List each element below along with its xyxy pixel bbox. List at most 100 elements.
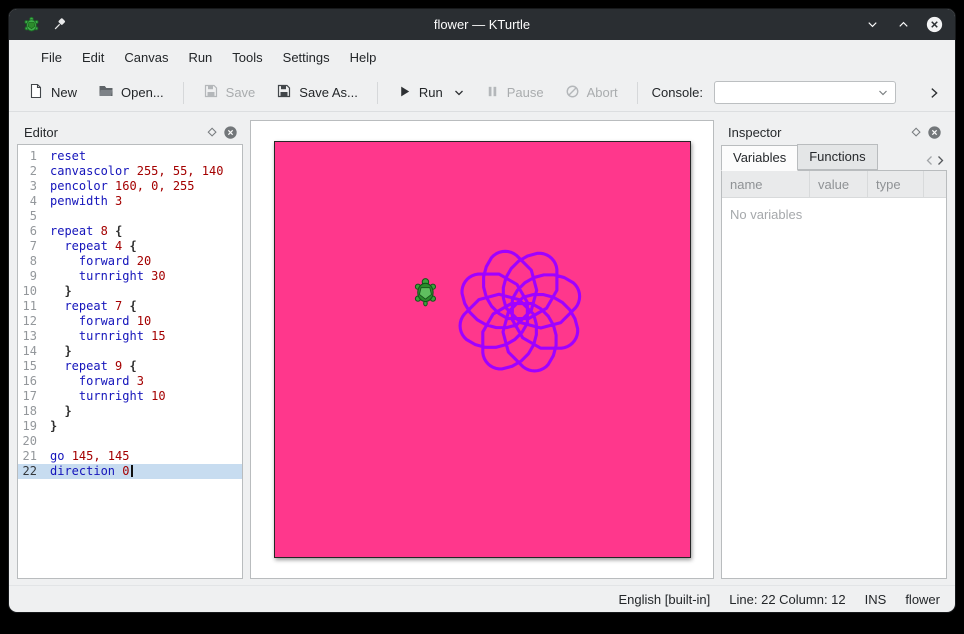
tab-variables[interactable]: Variables [721,145,798,171]
menu-file[interactable]: File [31,44,72,71]
open-button-label: Open... [121,85,164,100]
menu-run[interactable]: Run [178,44,222,71]
main-toolbar: New Open... Save [9,74,955,112]
editor-line[interactable]: 9 turnright 30 [18,269,242,284]
toolbar-separator [183,82,184,104]
close-panel-icon[interactable] [221,123,240,142]
column-header-value[interactable]: value [810,171,868,197]
toolbar-separator [637,82,638,104]
status-cursor-position: Line: 22 Column: 12 [729,592,845,607]
close-icon[interactable] [925,16,943,34]
editor-line[interactable]: 4penwidth 3 [18,194,242,209]
abort-icon [565,84,580,102]
canvas-view[interactable] [250,120,714,579]
menubar: File Edit Canvas Run Tools Settings Help [9,40,955,74]
editor-line[interactable]: 11 repeat 7 { [18,299,242,314]
pause-button[interactable]: Pause [476,79,553,107]
line-number: 12 [18,314,44,329]
editor-line[interactable]: 22direction 0 [18,464,242,479]
editor-line[interactable]: 10 } [18,284,242,299]
toolbar-overflow-icon[interactable] [923,82,945,104]
line-number: 4 [18,194,44,209]
window-title: flower — KTurtle [9,17,955,32]
inspector-panel-title: Inspector [728,125,781,140]
open-button[interactable]: Open... [89,78,173,107]
line-number: 15 [18,359,44,374]
editor-line[interactable]: 19} [18,419,242,434]
flower-drawing [460,251,580,371]
save-as-icon [276,83,292,102]
editor-line[interactable]: 6repeat 8 { [18,224,242,239]
code-editor[interactable]: 1reset2canvascolor 255, 55, 1403pencolor… [17,144,243,579]
abort-button[interactable]: Abort [556,79,627,107]
line-number: 18 [18,404,44,419]
editor-line[interactable]: 13 turnright 15 [18,329,242,344]
main-area: Editor 1reset2canvascolor 255, 55, 1403p… [9,112,955,585]
save-button[interactable]: Save [194,78,265,107]
status-script-name: flower [905,592,940,607]
inspector-panel-header: Inspector [721,120,947,144]
toolbar-separator [377,82,378,104]
save-as-button[interactable]: Save As... [267,78,367,107]
new-button[interactable]: New [19,78,86,107]
line-number: 13 [18,329,44,344]
menu-edit[interactable]: Edit [72,44,114,71]
editor-panel-header: Editor [17,120,243,144]
menu-canvas[interactable]: Canvas [114,44,178,71]
editor-line[interactable]: 1reset [18,149,242,164]
new-button-label: New [51,85,77,100]
abort-button-label: Abort [587,85,618,100]
tab-scroll-right-icon[interactable] [936,155,945,166]
line-number: 2 [18,164,44,179]
menu-tools[interactable]: Tools [222,44,272,71]
run-dropdown-chevron-icon[interactable] [454,89,464,97]
status-insert-mode: INS [865,592,887,607]
editor-line[interactable]: 16 forward 3 [18,374,242,389]
editor-line[interactable]: 3pencolor 160, 0, 255 [18,179,242,194]
menu-settings[interactable]: Settings [273,44,340,71]
line-number: 11 [18,299,44,314]
pause-button-label: Pause [507,85,544,100]
editor-line[interactable]: 15 repeat 9 { [18,359,242,374]
editor-line[interactable]: 5 [18,209,242,224]
column-header-type[interactable]: type [868,171,924,197]
editor-line[interactable]: 2canvascolor 255, 55, 140 [18,164,242,179]
float-panel-icon[interactable] [202,123,221,142]
combo-chevron-down-icon[interactable] [878,89,888,97]
line-number: 20 [18,434,44,449]
menu-help[interactable]: Help [340,44,387,71]
titlebar[interactable]: flower — KTurtle [9,9,955,40]
editor-line[interactable]: 12 forward 10 [18,314,242,329]
editor-line[interactable]: 20 [18,434,242,449]
console-input[interactable] [714,81,896,104]
line-number: 19 [18,419,44,434]
editor-line[interactable]: 18 } [18,404,242,419]
run-button[interactable]: Run [388,79,473,107]
tab-scroll-left-icon[interactable] [925,155,934,166]
editor-line[interactable]: 14 } [18,344,242,359]
maximize-icon[interactable] [894,16,912,34]
float-panel-icon[interactable] [906,123,925,142]
pause-icon [485,84,500,102]
editor-line[interactable]: 17 turnright 10 [18,389,242,404]
turtle-canvas[interactable] [274,141,691,558]
editor-line[interactable]: 7 repeat 4 { [18,239,242,254]
run-play-icon [397,84,412,102]
editor-line[interactable]: 8 forward 20 [18,254,242,269]
turtle-sprite [415,279,435,306]
save-as-button-label: Save As... [299,85,358,100]
kturtle-window: flower — KTurtle File Edit Canvas Run To… [8,8,956,613]
line-number: 16 [18,374,44,389]
editor-line[interactable]: 21go 145, 145 [18,449,242,464]
line-number: 17 [18,389,44,404]
close-panel-icon[interactable] [925,123,944,142]
tab-functions[interactable]: Functions [797,144,877,170]
column-header-name[interactable]: name [722,171,810,197]
save-button-label: Save [226,85,256,100]
pin-icon[interactable] [50,16,68,34]
run-button-label: Run [419,85,443,100]
statusbar: English [built-in] Line: 22 Column: 12 I… [9,585,955,612]
inspector-table: name value type No variables [721,170,947,579]
minimize-icon[interactable] [863,16,881,34]
inspector-tabbar: Variables Functions [721,144,947,170]
